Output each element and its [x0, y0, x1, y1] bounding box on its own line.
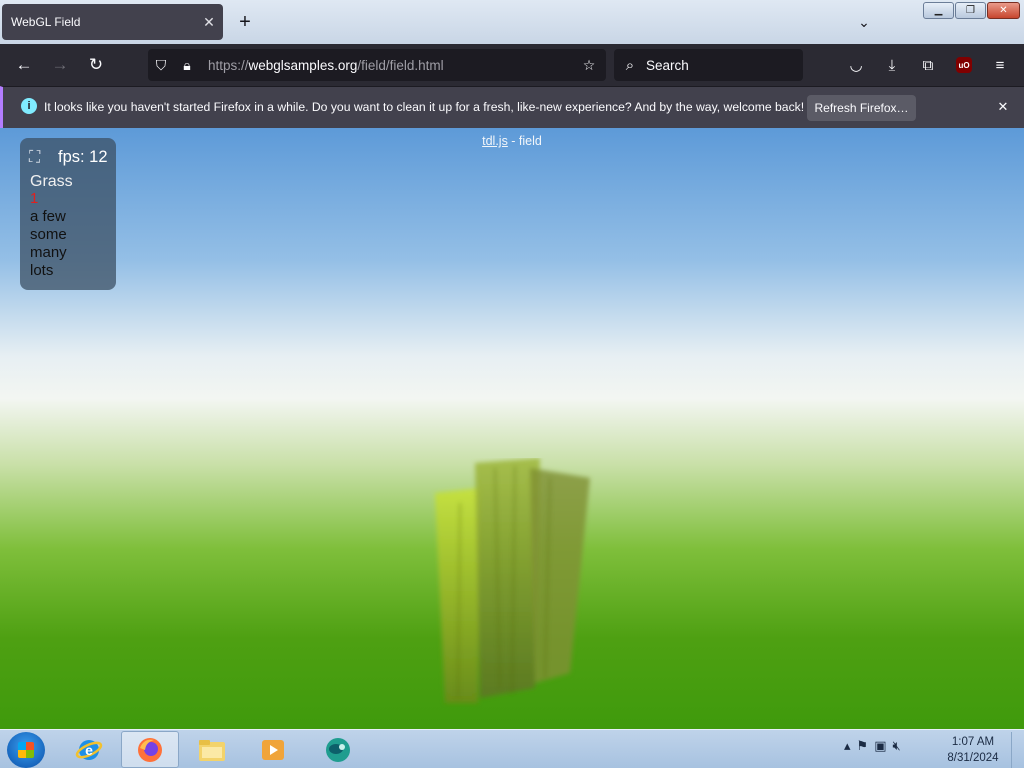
navigation-toolbar: ← → ↻ ⛉ 🔒︎ https://webglsamples.org/fiel…	[0, 44, 1024, 86]
refresh-firefox-button[interactable]: Refresh Firefox…	[807, 95, 916, 121]
credit-suffix: - field	[507, 134, 542, 148]
settings-panel: ⛶ fps: 12 Grass 1 a few some many lots	[20, 138, 116, 290]
window-controls: ▁ ❐ ✕	[923, 2, 1020, 19]
tracking-protection-icon[interactable]: ⛉	[148, 57, 174, 74]
network-icon[interactable]: ▣	[874, 738, 886, 754]
ublock-origin-icon[interactable]: uO	[951, 52, 977, 78]
tab-strip: WebGL Field ✕ + ⌄ ▁ ❐ ✕	[0, 0, 1024, 44]
search-placeholder: Search	[646, 57, 689, 73]
internet-explorer-icon[interactable]: e	[60, 731, 118, 768]
webgl-canvas[interactable]: tdl.js - field ⛶ fps: 12 Grass 1 a few s…	[0, 128, 1024, 729]
option-some[interactable]: some	[30, 226, 67, 243]
credit-line: tdl.js - field	[0, 134, 1024, 148]
svg-text:e: e	[85, 742, 93, 758]
tdl-js-link[interactable]: tdl.js	[482, 134, 508, 148]
minimize-button[interactable]: ▁	[923, 2, 954, 19]
file-explorer-icon[interactable]	[183, 731, 241, 768]
clock-date: 8/31/2024	[947, 752, 999, 764]
close-window-button[interactable]: ✕	[987, 2, 1020, 19]
media-player-icon[interactable]	[244, 731, 302, 768]
tab-title: WebGL Field	[11, 15, 81, 29]
close-notification-icon[interactable]: ✕	[993, 97, 1013, 117]
windows-taskbar: e ▴ ⚑ ▣ 🔇︎ 1:07 AM 8/31/2024	[0, 729, 1024, 768]
bookmark-star-icon[interactable]: ☆	[572, 57, 606, 74]
lock-icon[interactable]: 🔒︎	[174, 57, 200, 74]
option-lots[interactable]: lots	[30, 262, 53, 279]
downloads-icon[interactable]: ⤓	[879, 52, 905, 78]
show-hidden-icons-icon[interactable]: ▴	[844, 738, 851, 754]
menu-icon[interactable]: ≡	[987, 52, 1013, 78]
volume-muted-icon[interactable]: 🔇︎	[892, 738, 900, 754]
back-icon[interactable]: ←	[11, 52, 37, 78]
search-bar[interactable]: ⌕ Search	[614, 49, 803, 81]
url-text[interactable]: https://webglsamples.org/field/field.htm…	[208, 58, 572, 73]
clock-time: 1:07 AM	[951, 736, 995, 748]
fps-counter: fps: 12	[58, 148, 108, 166]
list-all-tabs-icon[interactable]: ⌄	[852, 10, 876, 34]
forward-icon[interactable]: →	[47, 52, 73, 78]
fullscreen-icon[interactable]: ⛶	[29, 149, 49, 167]
setting-label: Grass	[30, 173, 73, 190]
notification-bar: i It looks like you haven't started Fire…	[0, 86, 1024, 128]
system-tray: ▴ ⚑ ▣ 🔇︎	[844, 738, 901, 754]
extensions-icon[interactable]: ⧉	[915, 52, 941, 78]
option-a-few[interactable]: a few	[30, 208, 66, 225]
tab-webgl-field[interactable]: WebGL Field ✕	[2, 4, 223, 40]
url-bar[interactable]: ⛉ 🔒︎ https://webglsamples.org/field/fiel…	[148, 49, 606, 81]
new-tab-icon[interactable]: +	[233, 10, 257, 34]
setting-value: 1	[30, 190, 39, 207]
option-many[interactable]: many	[30, 244, 67, 261]
app-taskbar-icon[interactable]	[308, 731, 366, 768]
action-center-flag-icon[interactable]: ⚑	[857, 738, 869, 754]
search-icon: ⌕	[625, 56, 635, 74]
reload-icon[interactable]: ↻	[83, 52, 109, 78]
show-desktop-button[interactable]	[1011, 732, 1024, 768]
system-clock[interactable]: 1:07 AM 8/31/2024	[940, 734, 1006, 766]
restore-button[interactable]: ❐	[955, 2, 986, 19]
info-icon: i	[21, 98, 37, 114]
pocket-icon[interactable]: ◡	[843, 52, 869, 78]
tab-close-icon[interactable]: ✕	[195, 14, 223, 31]
grass-clump	[435, 458, 590, 703]
start-button[interactable]	[7, 732, 45, 768]
firefox-taskbar-icon[interactable]	[121, 731, 179, 768]
notification-message: It looks like you haven't started Firefo…	[44, 100, 805, 114]
